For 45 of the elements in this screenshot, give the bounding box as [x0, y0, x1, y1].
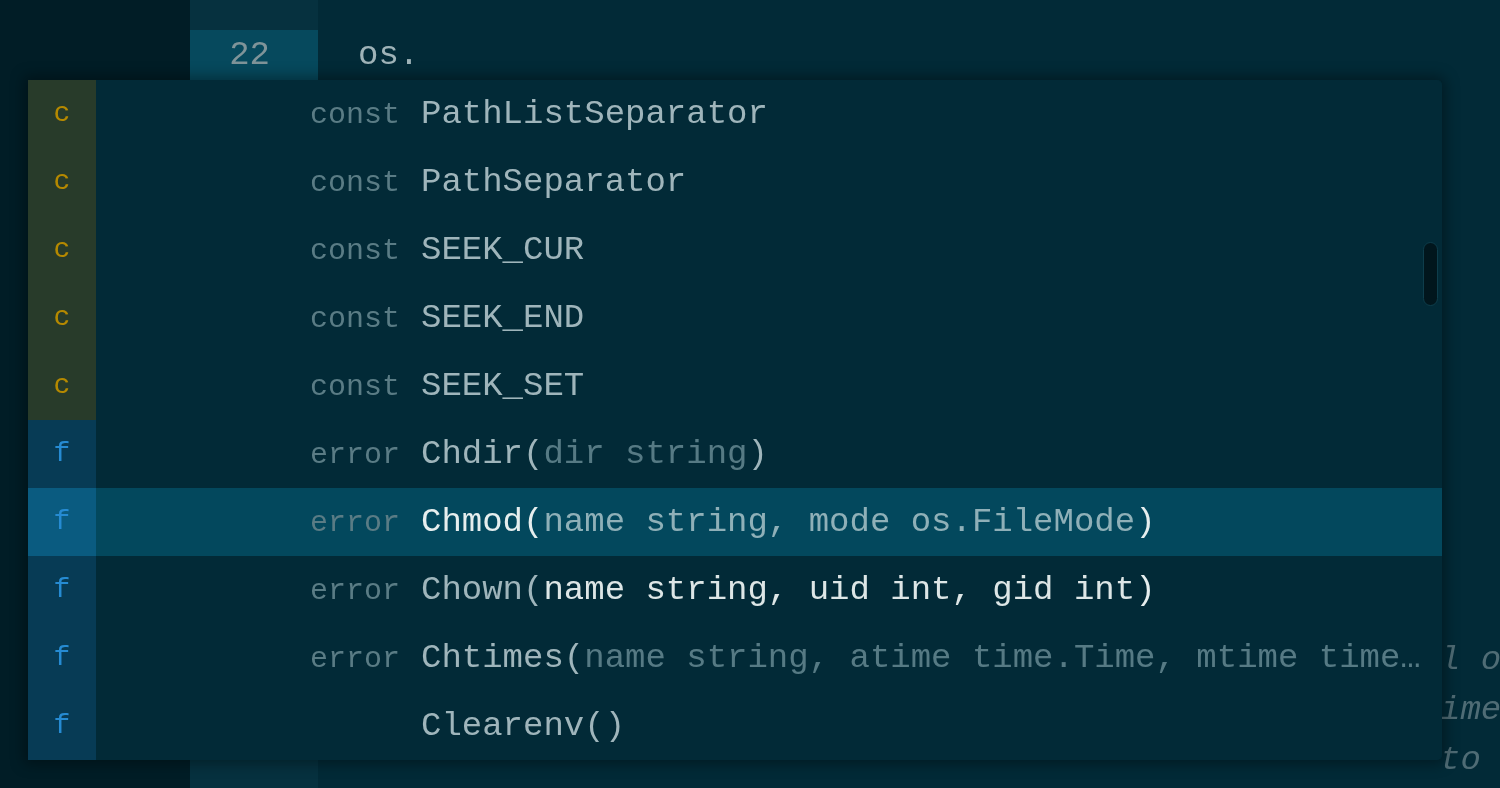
completion-signature: Chmod(name string, mode os.FileMode): [421, 501, 1156, 543]
completion-item[interactable]: c const SEEK_CUR: [28, 216, 1442, 284]
type-label: const: [310, 368, 400, 406]
completion-item[interactable]: f error Chtimes(name string, atime time.Time, mtime time…: [28, 624, 1442, 692]
completion-signature: Chtimes(name string, atime time.Time, mtime time…: [421, 637, 1421, 679]
completion-signature: SEEK_SET: [421, 365, 585, 407]
type-label: const: [310, 232, 400, 270]
completion-signature: SEEK_END: [421, 297, 585, 339]
completion-item[interactable]: f error Chmod(name string, mode os.FileMode): [28, 488, 1442, 556]
completion-item[interactable]: f error Chown(name string, uid int, gid int): [28, 556, 1442, 624]
type-label: error: [310, 436, 400, 474]
comment-text: ime: [1440, 693, 1500, 727]
comment-text: to: [1440, 743, 1481, 777]
completion-item[interactable]: f Clearenv(): [28, 692, 1442, 760]
comment-text: l o: [1440, 643, 1500, 677]
completion-signature: Chown(name string, uid int, gid int): [421, 569, 1156, 611]
symbol-kind-label: f: [28, 624, 96, 692]
code-text: os.: [358, 38, 420, 72]
symbol-kind-label: f: [28, 692, 96, 760]
completion-signature: Clearenv(): [421, 705, 626, 747]
type-label: error: [310, 572, 400, 610]
symbol-kind-label: f: [28, 420, 96, 488]
scrollbar-thumb[interactable]: [1423, 242, 1438, 306]
symbol-kind-label: c: [28, 352, 96, 420]
completion-item[interactable]: c const SEEK_END: [28, 284, 1442, 352]
completion-signature: PathListSeparator: [421, 93, 768, 135]
completion-signature: PathSeparator: [421, 161, 687, 203]
type-label: error: [310, 504, 400, 542]
completion-item[interactable]: c const PathSeparator: [28, 148, 1442, 216]
type-label: error: [310, 640, 400, 678]
completion-item[interactable]: f error Chdir(dir string): [28, 420, 1442, 488]
line-number: 22: [229, 38, 270, 72]
symbol-kind-label: f: [28, 556, 96, 624]
completion-item[interactable]: c const PathListSeparator: [28, 80, 1442, 148]
symbol-kind-label: c: [28, 80, 96, 148]
type-label: const: [310, 164, 400, 202]
symbol-kind-label: c: [28, 148, 96, 216]
completion-signature: SEEK_CUR: [421, 229, 585, 271]
type-label: const: [310, 96, 400, 134]
symbol-kind-label: c: [28, 216, 96, 284]
completion-signature: Chdir(dir string): [421, 433, 768, 475]
completion-item[interactable]: c const SEEK_SET: [28, 352, 1442, 420]
symbol-kind-label: c: [28, 284, 96, 352]
type-label: const: [310, 300, 400, 338]
symbol-kind-label: f: [28, 488, 96, 556]
